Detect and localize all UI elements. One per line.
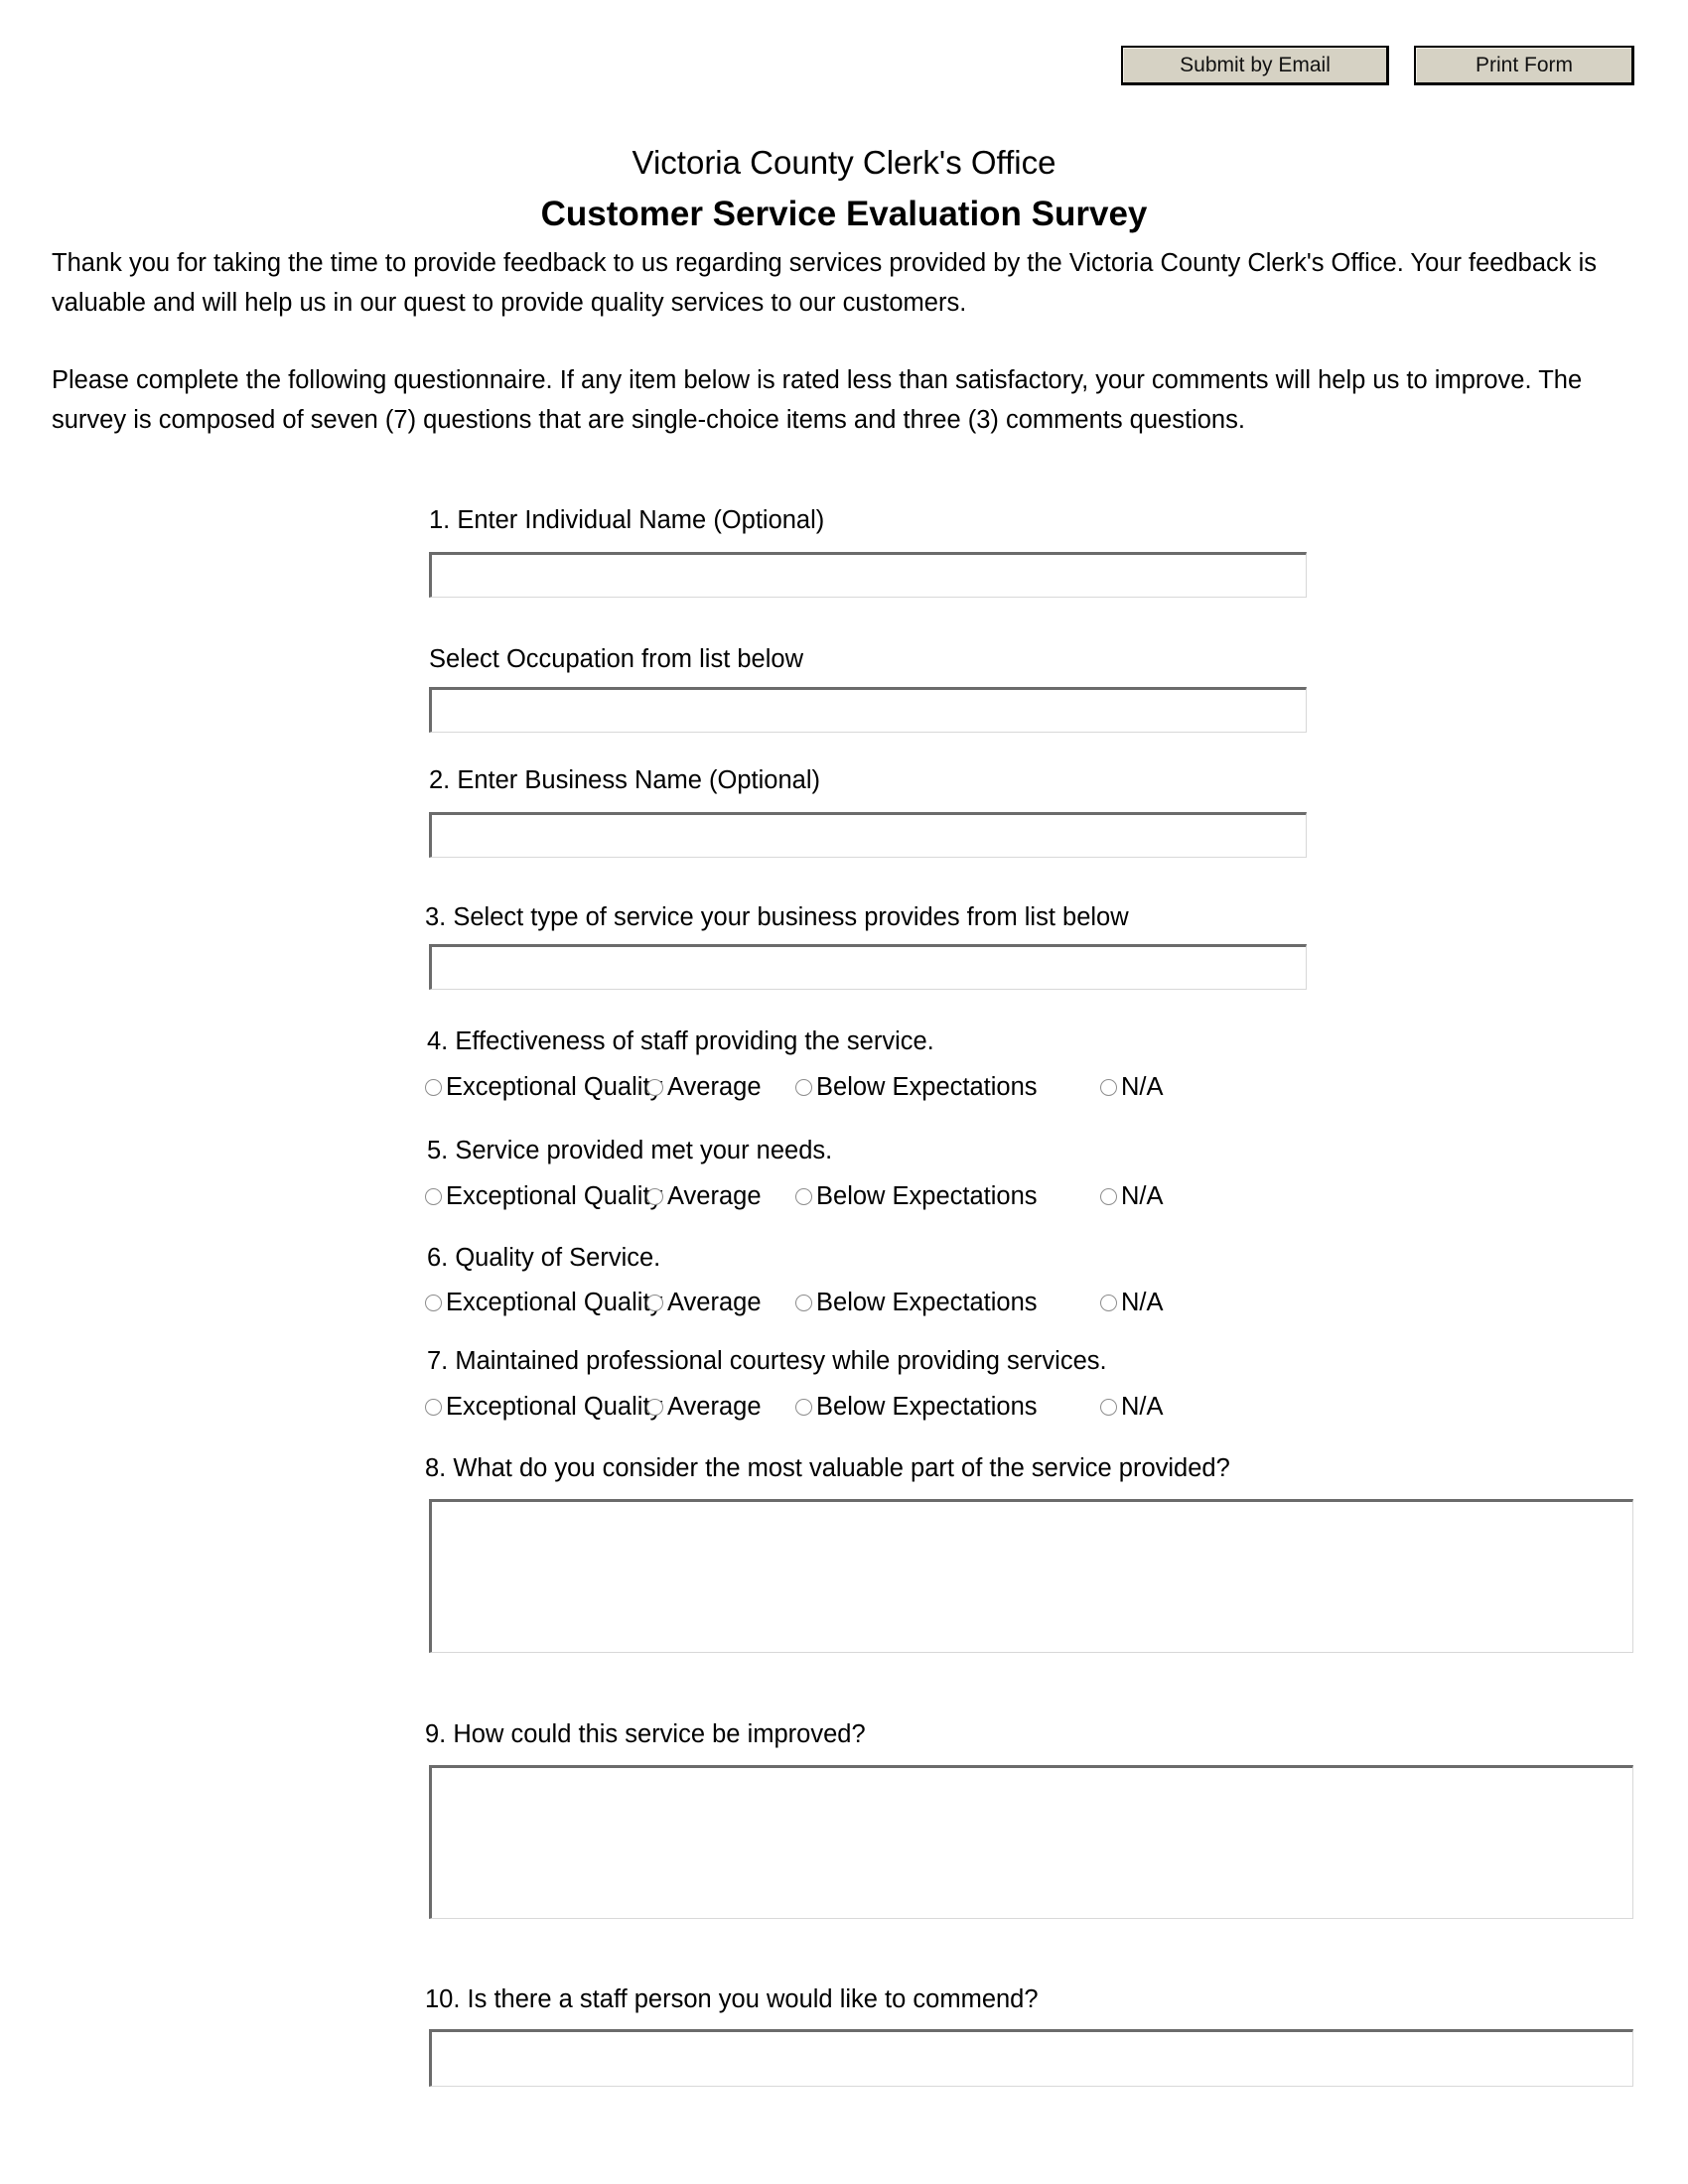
occupation-select[interactable]	[429, 687, 1307, 733]
service-improvement-textarea[interactable]	[429, 1765, 1633, 1919]
radio-circle-icon	[795, 1294, 812, 1311]
q4-option-1-label: Average	[667, 1073, 762, 1101]
question-5-radio-group: Exceptional Quality Average Below Expect…	[425, 1179, 1636, 1213]
q4-option-2-label: Below Expectations	[816, 1073, 1038, 1101]
q4-option-below-expectations[interactable]: Below Expectations	[795, 1070, 1038, 1104]
question-7-label: 7. Maintained professional courtesy whil…	[427, 1347, 1107, 1375]
radio-circle-icon	[646, 1398, 663, 1416]
radio-circle-icon	[425, 1187, 442, 1205]
q4-option-0-label: Exceptional Quality	[446, 1073, 663, 1101]
q5-option-0-label: Exceptional Quality	[446, 1182, 663, 1210]
radio-circle-icon	[646, 1078, 663, 1096]
radio-circle-icon	[1100, 1398, 1117, 1416]
question-9-label: 9. How could this service be improved?	[425, 1720, 866, 1748]
q7-option-average[interactable]: Average	[646, 1390, 762, 1424]
q7-option-below-expectations[interactable]: Below Expectations	[795, 1390, 1038, 1424]
q5-option-below-expectations[interactable]: Below Expectations	[795, 1179, 1038, 1213]
question-4-radio-group: Exceptional Quality Average Below Expect…	[425, 1070, 1636, 1104]
q7-option-3-label: N/A	[1121, 1393, 1164, 1421]
q7-option-na[interactable]: N/A	[1100, 1390, 1164, 1424]
radio-circle-icon	[1100, 1187, 1117, 1205]
radio-circle-icon	[795, 1187, 812, 1205]
q7-option-exceptional-quality[interactable]: Exceptional Quality	[425, 1390, 662, 1424]
survey-form-page: Submit by Email Print Form Victoria Coun…	[0, 0, 1688, 2184]
q7-option-2-label: Below Expectations	[816, 1393, 1038, 1421]
organization-title: Victoria County Clerk's Office	[632, 144, 1056, 181]
q5-option-exceptional-quality[interactable]: Exceptional Quality	[425, 1179, 662, 1213]
question-1-label: 1. Enter Individual Name (Optional)	[429, 506, 825, 534]
most-valuable-part-textarea[interactable]	[429, 1499, 1633, 1653]
q6-option-1-label: Average	[667, 1289, 762, 1316]
radio-circle-icon	[795, 1398, 812, 1416]
q5-option-3-label: N/A	[1121, 1182, 1164, 1210]
q7-option-1-label: Average	[667, 1393, 762, 1421]
radio-circle-icon	[646, 1294, 663, 1311]
question-4-label: 4. Effectiveness of staff providing the …	[427, 1027, 934, 1055]
intro-paragraph-1: Thank you for taking the time to provide…	[52, 249, 1598, 317]
occupation-label: Select Occupation from list below	[429, 645, 803, 673]
question-5-label: 5. Service provided met your needs.	[427, 1137, 833, 1164]
radio-circle-icon	[795, 1078, 812, 1096]
q5-option-na[interactable]: N/A	[1100, 1179, 1164, 1213]
q4-option-exceptional-quality[interactable]: Exceptional Quality	[425, 1070, 662, 1104]
radio-circle-icon	[646, 1187, 663, 1205]
q6-option-0-label: Exceptional Quality	[446, 1289, 663, 1316]
radio-circle-icon	[425, 1398, 442, 1416]
q5-option-2-label: Below Expectations	[816, 1182, 1038, 1210]
print-form-label: Print Form	[1416, 48, 1631, 82]
q6-option-2-label: Below Expectations	[816, 1289, 1038, 1316]
q4-option-3-label: N/A	[1121, 1073, 1164, 1101]
q6-option-na[interactable]: N/A	[1100, 1286, 1164, 1319]
form-action-bar: Submit by Email Print Form	[0, 46, 1688, 89]
question-6-label: 6. Quality of Service.	[427, 1244, 661, 1272]
question-2-label: 2. Enter Business Name (Optional)	[429, 766, 821, 794]
radio-circle-icon	[425, 1294, 442, 1311]
q5-option-average[interactable]: Average	[646, 1179, 762, 1213]
radio-circle-icon	[1100, 1294, 1117, 1311]
question-10-label: 10. Is there a staff person you would li…	[425, 1985, 1039, 2013]
radio-circle-icon	[425, 1078, 442, 1096]
commend-staff-input[interactable]	[429, 2029, 1633, 2087]
q4-option-na[interactable]: N/A	[1100, 1070, 1164, 1104]
print-form-button[interactable]: Print Form	[1414, 46, 1634, 85]
business-name-input[interactable]	[429, 812, 1307, 858]
question-8-label: 8. What do you consider the most valuabl…	[425, 1454, 1230, 1482]
question-6-radio-group: Exceptional Quality Average Below Expect…	[425, 1286, 1636, 1319]
q6-option-exceptional-quality[interactable]: Exceptional Quality	[425, 1286, 662, 1319]
page-title: Customer Service Evaluation Survey	[540, 195, 1148, 233]
q6-option-3-label: N/A	[1121, 1289, 1164, 1316]
question-7-radio-group: Exceptional Quality Average Below Expect…	[425, 1390, 1636, 1424]
individual-name-input[interactable]	[429, 552, 1307, 598]
submit-by-email-label: Submit by Email	[1123, 48, 1386, 82]
q5-option-1-label: Average	[667, 1182, 762, 1210]
service-type-select[interactable]	[429, 944, 1307, 990]
submit-by-email-button[interactable]: Submit by Email	[1121, 46, 1389, 85]
q4-option-average[interactable]: Average	[646, 1070, 762, 1104]
q7-option-0-label: Exceptional Quality	[446, 1393, 663, 1421]
radio-circle-icon	[1100, 1078, 1117, 1096]
intro-paragraph-2: Please complete the following questionna…	[52, 366, 1583, 434]
question-3-label: 3. Select type of service your business …	[425, 903, 1129, 931]
q6-option-average[interactable]: Average	[646, 1286, 762, 1319]
q6-option-below-expectations[interactable]: Below Expectations	[795, 1286, 1038, 1319]
